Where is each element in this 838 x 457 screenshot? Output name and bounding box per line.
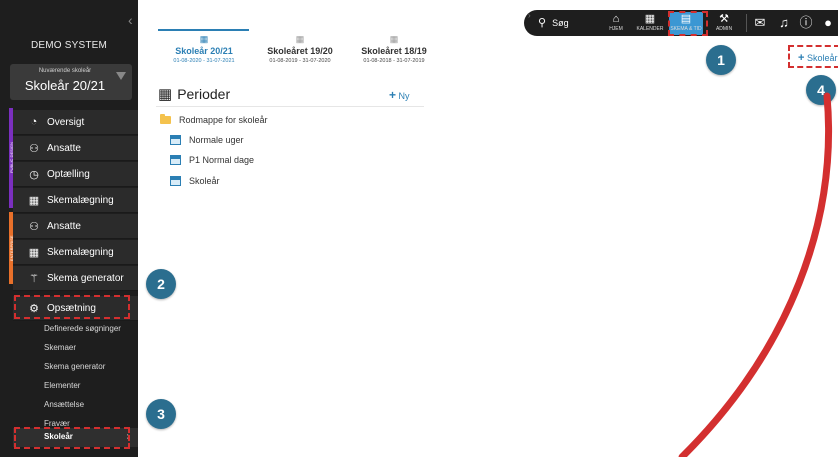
annotation-arrow (678, 92, 833, 457)
